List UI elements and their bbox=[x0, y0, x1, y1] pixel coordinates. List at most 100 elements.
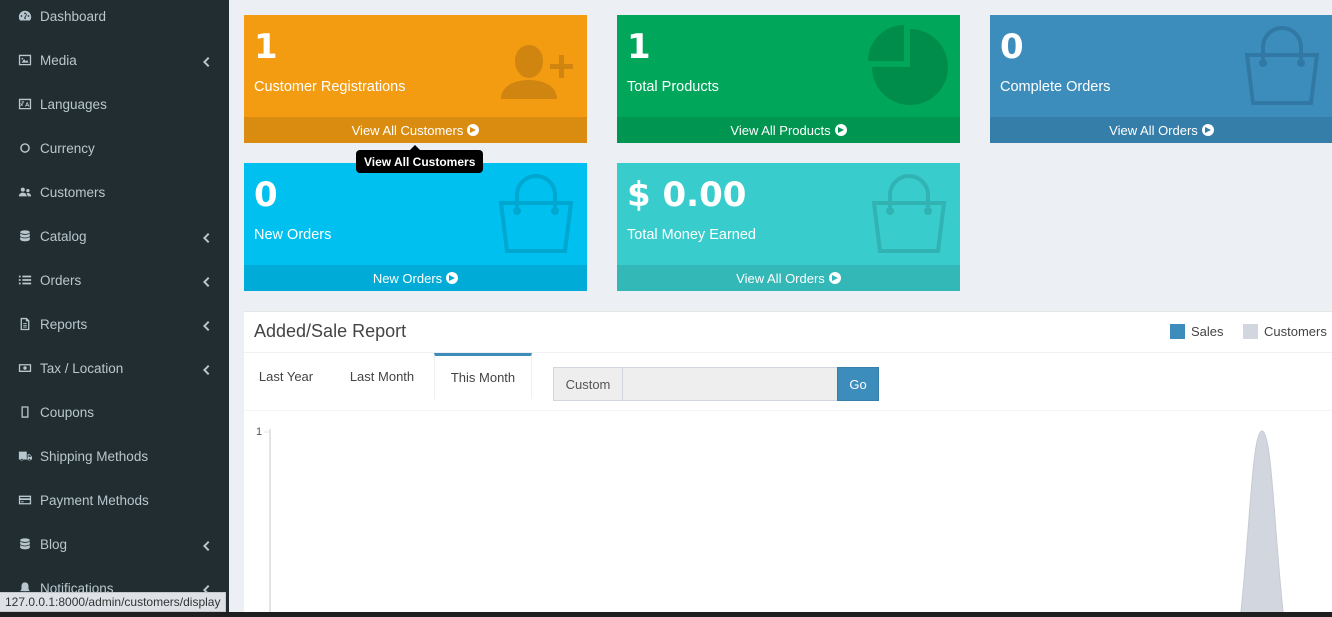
sidebar-item-tax-location[interactable]: Tax / Location bbox=[0, 346, 229, 390]
tile-value: 1 bbox=[627, 27, 651, 67]
dashboard-icon bbox=[17, 8, 33, 24]
arrow-circle-right-icon bbox=[828, 272, 841, 284]
view-all-products-link[interactable]: View All Products bbox=[617, 117, 960, 143]
go-button[interactable]: Go bbox=[837, 367, 879, 401]
stat-tile-total-money-earned: $ 0.00 Total Money Earned View All Order… bbox=[617, 163, 960, 291]
sidebar-item-label: Orders bbox=[40, 272, 82, 288]
chevron-left-icon bbox=[202, 275, 210, 287]
chevron-left-icon bbox=[202, 539, 210, 551]
sidebar-item-payment-methods[interactable]: Payment Methods bbox=[0, 478, 229, 522]
truck-icon bbox=[17, 448, 33, 464]
sidebar: Dashboard Media Languages Currency Custo… bbox=[0, 0, 229, 612]
tile-caption: Customer Registrations bbox=[254, 79, 406, 95]
stat-tile-customer-registrations: 1 Customer Registrations View All Custom… bbox=[244, 15, 587, 143]
customers-series-area bbox=[1240, 430, 1284, 612]
tile-caption: Total Money Earned bbox=[627, 227, 756, 243]
link-label: View All Orders bbox=[736, 270, 825, 286]
sale-report-box: Added/Sale Report Sales Customers Last Y… bbox=[244, 311, 1332, 612]
sidebar-item-languages[interactable]: Languages bbox=[0, 82, 229, 126]
money-icon bbox=[17, 360, 33, 376]
y-tick-label: 1 bbox=[256, 426, 262, 438]
legend-swatch bbox=[1170, 324, 1185, 339]
report-title: Added/Sale Report bbox=[254, 321, 407, 341]
sidebar-item-label: Currency bbox=[40, 140, 95, 156]
stat-tile-new-orders: 0 New Orders New Orders bbox=[244, 163, 587, 291]
main-content: 1 Customer Registrations View All Custom… bbox=[229, 0, 1332, 612]
shopping-bag-icon bbox=[1244, 26, 1320, 105]
sidebar-item-customers[interactable]: Customers bbox=[0, 170, 229, 214]
sidebar-item-blog[interactable]: Blog bbox=[0, 522, 229, 566]
custom-label: Custom bbox=[553, 367, 623, 401]
sidebar-item-label: Blog bbox=[40, 536, 68, 552]
tab-label: Last Year bbox=[258, 368, 314, 384]
tab-this-month[interactable]: This Month bbox=[434, 353, 532, 399]
browser-status-url: 127.0.0.1:8000/admin/customers/display bbox=[0, 592, 227, 612]
sidebar-item-currency[interactable]: Currency bbox=[0, 126, 229, 170]
legend-item-sales: Sales bbox=[1170, 324, 1224, 339]
chevron-left-icon bbox=[202, 363, 210, 375]
window-bottom-edge bbox=[0, 612, 1332, 617]
tile-value: 1 bbox=[254, 27, 278, 67]
tile-caption: Total Products bbox=[627, 79, 719, 95]
sidebar-item-label: Shipping Methods bbox=[40, 448, 149, 464]
new-orders-link[interactable]: New Orders bbox=[244, 265, 587, 291]
sidebar-item-label: Coupons bbox=[40, 404, 95, 420]
credit-card-icon bbox=[17, 492, 33, 508]
arrow-circle-right-icon bbox=[1201, 124, 1214, 136]
legend-swatch bbox=[1243, 324, 1258, 339]
sidebar-item-catalog[interactable]: Catalog bbox=[0, 214, 229, 258]
shopping-bag-icon bbox=[871, 174, 947, 253]
shopping-bag-icon bbox=[498, 174, 574, 253]
sidebar-item-label: Media bbox=[40, 52, 77, 68]
link-label: View All Orders bbox=[1109, 122, 1198, 138]
tab-last-month[interactable]: Last Month bbox=[338, 353, 426, 399]
tab-last-year[interactable]: Last Year bbox=[248, 353, 324, 399]
tile-value: 0 bbox=[254, 175, 278, 215]
legend-label: Customers bbox=[1264, 324, 1327, 339]
pie-chart-icon bbox=[868, 25, 948, 105]
chevron-left-icon bbox=[202, 55, 210, 67]
chevron-left-icon bbox=[202, 319, 210, 331]
link-label: New Orders bbox=[372, 270, 443, 286]
database-icon bbox=[17, 228, 33, 244]
language-icon bbox=[17, 96, 33, 112]
file-icon bbox=[17, 316, 33, 332]
sidebar-item-label: Payment Methods bbox=[40, 492, 149, 508]
tile-caption: Complete Orders bbox=[1000, 79, 1111, 95]
sidebar-item-label: Reports bbox=[40, 316, 88, 332]
view-all-orders-link[interactable]: View All Orders bbox=[617, 265, 960, 291]
sidebar-item-label: Catalog bbox=[40, 228, 87, 244]
legend-label: Sales bbox=[1191, 324, 1224, 339]
sidebar-item-shipping-methods[interactable]: Shipping Methods bbox=[0, 434, 229, 478]
tab-label: Last Month bbox=[349, 368, 415, 384]
stat-tile-total-products: 1 Total Products View All Products bbox=[617, 15, 960, 143]
tile-value: $ 0.00 bbox=[627, 175, 747, 215]
sidebar-item-reports[interactable]: Reports bbox=[0, 302, 229, 346]
chevron-left-icon bbox=[202, 231, 210, 243]
arrow-circle-right-icon bbox=[467, 124, 480, 136]
custom-date-input[interactable] bbox=[622, 367, 838, 401]
arrow-circle-right-icon bbox=[834, 124, 847, 136]
tile-value: 0 bbox=[1000, 27, 1024, 67]
sidebar-item-dashboard[interactable]: Dashboard bbox=[0, 0, 229, 38]
sidebar-item-media[interactable]: Media bbox=[0, 38, 229, 82]
tile-caption: New Orders bbox=[254, 227, 332, 243]
stat-tile-complete-orders: 0 Complete Orders View All Orders bbox=[990, 15, 1332, 143]
image-icon bbox=[17, 52, 33, 68]
circle-icon bbox=[17, 140, 33, 156]
database-icon bbox=[17, 536, 33, 552]
legend-item-customers: Customers bbox=[1243, 324, 1327, 339]
view-all-orders-link[interactable]: View All Orders bbox=[990, 117, 1332, 143]
sidebar-item-label: Customers bbox=[40, 184, 106, 200]
user-plus-icon bbox=[501, 45, 573, 99]
tab-label: This Month bbox=[450, 370, 516, 385]
link-label: View All Customers bbox=[351, 122, 464, 138]
arrow-circle-right-icon bbox=[446, 272, 459, 284]
sidebar-item-label: Dashboard bbox=[40, 8, 107, 24]
sidebar-item-orders[interactable]: Orders bbox=[0, 258, 229, 302]
sales-area-chart: 1 bbox=[256, 426, 1284, 612]
sidebar-item-coupons[interactable]: Coupons bbox=[0, 390, 229, 434]
list-icon bbox=[17, 272, 33, 288]
view-all-customers-link[interactable]: View All Customers bbox=[244, 117, 587, 143]
link-label: View All Products bbox=[730, 122, 831, 138]
